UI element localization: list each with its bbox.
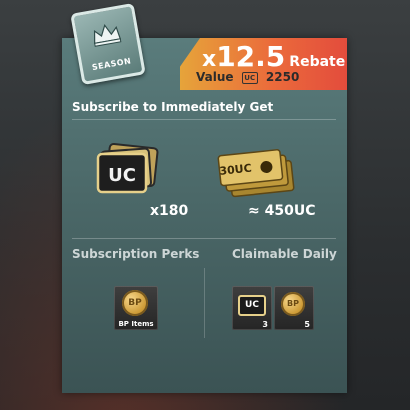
rebate-prefix: x (202, 47, 217, 72)
daily-item-uc[interactable]: UC 3 (232, 286, 272, 330)
season-label: SEASON (91, 56, 132, 73)
perk-item-bp[interactable]: BP BP Items (114, 286, 158, 330)
daily-item-count: 5 (304, 320, 310, 329)
divider (72, 119, 336, 120)
divider (72, 238, 336, 239)
section-divider (204, 268, 205, 338)
rebate-value-row: Value UC 2250 (196, 70, 299, 84)
uc-currency-icon: UC (241, 71, 258, 84)
uc-cards-qty: x180 (150, 203, 189, 219)
bp-coin-icon: BP (281, 292, 305, 316)
rebate-multiplier: 12.5 (216, 40, 286, 73)
uc-voucher-icon: 30UC (217, 149, 295, 198)
crown-icon (93, 23, 122, 47)
uc-icon: UC (238, 295, 266, 316)
rebate-word: Rebate (289, 54, 346, 70)
bp-items-caption: BP Items (118, 320, 154, 328)
bp-coin-icon: BP (122, 290, 148, 316)
uc-vouchers-qty: ≈ 450UC (248, 203, 316, 219)
daily-title: Claimable Daily (232, 247, 337, 261)
immediate-title: Subscribe to Immediately Get (72, 100, 274, 114)
value-amount: 2250 (265, 70, 300, 84)
svg-text:UC: UC (108, 165, 136, 186)
uc-cards-icon: UC (96, 142, 159, 194)
perks-title: Subscription Perks (72, 247, 200, 261)
value-label: Value (196, 70, 234, 84)
daily-item-bp[interactable]: BP 5 (274, 286, 314, 330)
daily-item-count: 3 (262, 320, 268, 329)
season-badge: SEASON (70, 2, 146, 86)
